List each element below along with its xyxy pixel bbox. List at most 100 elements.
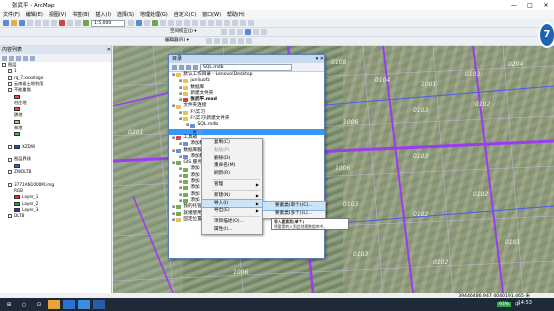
catalog-icon[interactable] bbox=[136, 20, 142, 26]
layer-symbol-icon[interactable] bbox=[14, 94, 20, 99]
layer-symbol-icon[interactable] bbox=[14, 145, 20, 149]
menu-item[interactable]: 选择(S) bbox=[117, 11, 134, 18]
measure-icon[interactable] bbox=[240, 20, 246, 26]
layer-visibility-checkbox[interactable] bbox=[8, 75, 12, 80]
battery-indicator[interactable]: 93% bbox=[496, 302, 511, 307]
layer-symbol-icon[interactable] bbox=[14, 201, 20, 206]
expand-icon[interactable]: ⊞ bbox=[179, 198, 182, 204]
layer-visibility-checkbox[interactable] bbox=[8, 88, 12, 93]
full-extent-icon[interactable] bbox=[200, 20, 206, 26]
expand-icon[interactable]: ⊞ bbox=[172, 148, 175, 154]
context-menu-item[interactable]: 导出(E) ▶ bbox=[202, 207, 262, 215]
search-icon[interactable] bbox=[144, 20, 150, 26]
context-menu-item[interactable]: 刷新(R) bbox=[202, 170, 262, 178]
start-button[interactable]: ⊞ bbox=[3, 300, 15, 309]
layer-symbol-icon[interactable] bbox=[14, 119, 20, 124]
link-icon[interactable] bbox=[229, 29, 235, 35]
zoom-in-icon[interactable] bbox=[176, 20, 182, 26]
attributes-icon[interactable] bbox=[246, 38, 252, 44]
browser-icon[interactable] bbox=[63, 300, 75, 309]
file-explorer-icon[interactable] bbox=[48, 300, 60, 309]
menu-item[interactable]: 帮助(H) bbox=[227, 11, 245, 18]
layer-symbol-icon[interactable] bbox=[14, 195, 20, 200]
layer-icon[interactable] bbox=[245, 29, 251, 35]
menu-item[interactable]: 编辑(E) bbox=[26, 11, 43, 18]
layer-visibility-checkbox[interactable] bbox=[2, 63, 6, 68]
expand-icon[interactable]: ⊞ bbox=[179, 116, 182, 122]
identify-icon[interactable] bbox=[232, 20, 238, 26]
layer-visibility-checkbox[interactable] bbox=[8, 214, 12, 219]
scale-combo[interactable]: 1:5,000 bbox=[91, 19, 125, 27]
toc-close-icon[interactable]: ✕ bbox=[107, 46, 111, 54]
expand-icon[interactable]: ⊞ bbox=[186, 122, 189, 128]
search-button[interactable]: ○ bbox=[18, 300, 30, 309]
python-icon[interactable] bbox=[160, 20, 166, 26]
expand-icon[interactable]: ⊞ bbox=[172, 217, 175, 223]
submenu-item[interactable]: 要素类(单个)(C)... bbox=[262, 201, 326, 211]
arcmap-taskbar-icon[interactable] bbox=[78, 300, 90, 309]
context-menu-item[interactable]: 项目描述(O)... bbox=[202, 218, 262, 226]
minimize-button[interactable]: — bbox=[506, 2, 522, 9]
adjust-icon[interactable] bbox=[221, 29, 227, 35]
paste-icon[interactable] bbox=[51, 20, 57, 26]
catalog-close-icon[interactable]: ▾ ✕ bbox=[316, 55, 324, 63]
menu-item[interactable]: 书签(B) bbox=[72, 11, 89, 18]
toggle-contents-icon[interactable] bbox=[193, 64, 198, 70]
table-icon[interactable] bbox=[237, 29, 243, 35]
add-data-icon[interactable] bbox=[83, 20, 89, 26]
edit-tool-icon[interactable] bbox=[206, 38, 212, 44]
forward-icon[interactable] bbox=[216, 20, 222, 26]
layer-symbol-icon[interactable] bbox=[14, 107, 20, 112]
editor-menu[interactable]: 编辑器(R) ▾ bbox=[163, 37, 203, 45]
close-button[interactable]: ✕ bbox=[538, 2, 554, 9]
delete-icon[interactable] bbox=[59, 20, 65, 26]
menu-item[interactable]: 窗口(W) bbox=[202, 11, 221, 18]
layer-symbol-icon[interactable] bbox=[14, 207, 20, 212]
layer-visibility-checkbox[interactable] bbox=[8, 69, 12, 74]
sketch-icon[interactable] bbox=[214, 38, 220, 44]
menu-item[interactable]: 插入(I) bbox=[96, 11, 111, 18]
connect-folder-icon[interactable] bbox=[186, 64, 191, 70]
menu-item[interactable]: 视图(V) bbox=[49, 11, 66, 18]
copy-icon[interactable] bbox=[43, 20, 49, 26]
print-icon[interactable] bbox=[27, 20, 33, 26]
expand-icon[interactable]: ⊞ bbox=[179, 141, 182, 147]
expand-icon[interactable]: ⊞ bbox=[172, 103, 175, 109]
menu-item[interactable]: 自定义(C) bbox=[174, 11, 196, 18]
select-icon[interactable] bbox=[224, 20, 230, 26]
layer-symbol-icon[interactable] bbox=[14, 163, 20, 168]
home-icon[interactable] bbox=[179, 64, 184, 70]
layer-visibility-checkbox[interactable] bbox=[8, 170, 12, 175]
layer-row[interactable]: DLTB bbox=[0, 213, 111, 219]
rotate-icon[interactable] bbox=[253, 29, 259, 35]
rotate-edit-icon[interactable] bbox=[238, 38, 244, 44]
context-menu-item[interactable]: 删除(D) bbox=[202, 155, 262, 163]
arctoolbox-icon[interactable] bbox=[152, 20, 158, 26]
save-icon[interactable] bbox=[19, 20, 25, 26]
vertex-icon[interactable] bbox=[222, 38, 228, 44]
expand-icon[interactable]: ⊞ bbox=[179, 97, 182, 103]
split-icon[interactable] bbox=[230, 38, 236, 44]
pan-icon[interactable] bbox=[192, 20, 198, 26]
menu-item[interactable]: 文件(F) bbox=[3, 11, 20, 18]
context-menu-item[interactable]: 新建(N) ▶ bbox=[202, 192, 262, 200]
redo-icon[interactable] bbox=[75, 20, 81, 26]
options-icon[interactable] bbox=[30, 55, 35, 61]
editor-icon[interactable] bbox=[128, 20, 134, 26]
zoom-out-icon[interactable] bbox=[184, 20, 190, 26]
expand-icon[interactable]: ⊞ bbox=[172, 135, 175, 141]
undo-icon[interactable] bbox=[67, 20, 73, 26]
list-by-visibility-icon[interactable] bbox=[16, 55, 21, 61]
flip-icon[interactable] bbox=[261, 29, 267, 35]
maximize-button[interactable]: □ bbox=[522, 2, 538, 9]
context-menu-item[interactable]: 重命名(M) bbox=[202, 162, 262, 170]
open-icon[interactable] bbox=[11, 20, 17, 26]
submenu-item[interactable]: 要素类(多个)(L)... bbox=[263, 210, 325, 218]
layer-visibility-checkbox[interactable] bbox=[8, 145, 12, 149]
layer-visibility-checkbox[interactable] bbox=[8, 82, 12, 87]
new-icon[interactable] bbox=[3, 20, 9, 26]
back-icon[interactable] bbox=[208, 20, 214, 26]
task-view-button[interactable]: ⊡ bbox=[33, 300, 45, 309]
location-field[interactable]: SQL.mdb bbox=[200, 63, 292, 71]
cut-icon[interactable] bbox=[35, 20, 41, 26]
